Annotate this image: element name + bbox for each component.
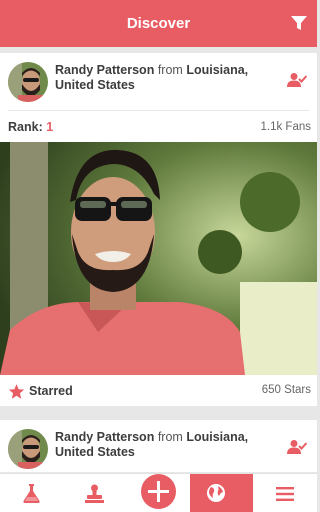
menu-icon	[276, 486, 294, 501]
flask-icon	[23, 484, 40, 503]
user-name[interactable]: Randy Patterson	[55, 430, 154, 444]
top-app-bar: Discover	[0, 0, 317, 47]
stars-count: 650 Stars	[261, 384, 311, 396]
add-post-button[interactable]	[141, 474, 176, 509]
from-word: from	[157, 430, 183, 444]
tab-menu[interactable]	[253, 474, 317, 512]
rank-value: 1	[46, 120, 54, 134]
fans-count[interactable]: 1.1k Fans	[261, 121, 312, 133]
post-card: Randy Patterson from Louisiana, United S…	[0, 53, 317, 406]
user-line: Randy Patterson from Louisiana, United S…	[55, 430, 270, 460]
avatar[interactable]	[8, 62, 48, 102]
tab-stamp[interactable]	[63, 474, 126, 512]
divider	[8, 110, 309, 111]
follow-user-icon[interactable]	[287, 72, 307, 88]
filter-icon[interactable]	[291, 15, 307, 31]
tab-lab[interactable]	[0, 474, 63, 512]
avatar[interactable]	[8, 429, 48, 469]
stamp-icon	[85, 484, 104, 503]
plus-icon	[148, 481, 169, 502]
user-name[interactable]: Randy Patterson	[55, 63, 154, 77]
post-card: Randy Patterson from Louisiana, United S…	[0, 420, 317, 472]
rank: Rank: 1	[8, 120, 53, 134]
globe-icon	[207, 484, 225, 502]
star-icon	[8, 383, 25, 399]
post-photo[interactable]	[0, 142, 317, 375]
from-word: from	[157, 63, 183, 77]
starred-toggle[interactable]: Starred	[8, 381, 73, 401]
page-title: Discover	[126, 15, 191, 32]
user-line: Randy Patterson from Louisiana, United S…	[55, 63, 270, 93]
follow-user-icon[interactable]	[287, 439, 307, 455]
rank-label: Rank:	[8, 120, 43, 134]
starred-label: Starred	[29, 384, 73, 398]
